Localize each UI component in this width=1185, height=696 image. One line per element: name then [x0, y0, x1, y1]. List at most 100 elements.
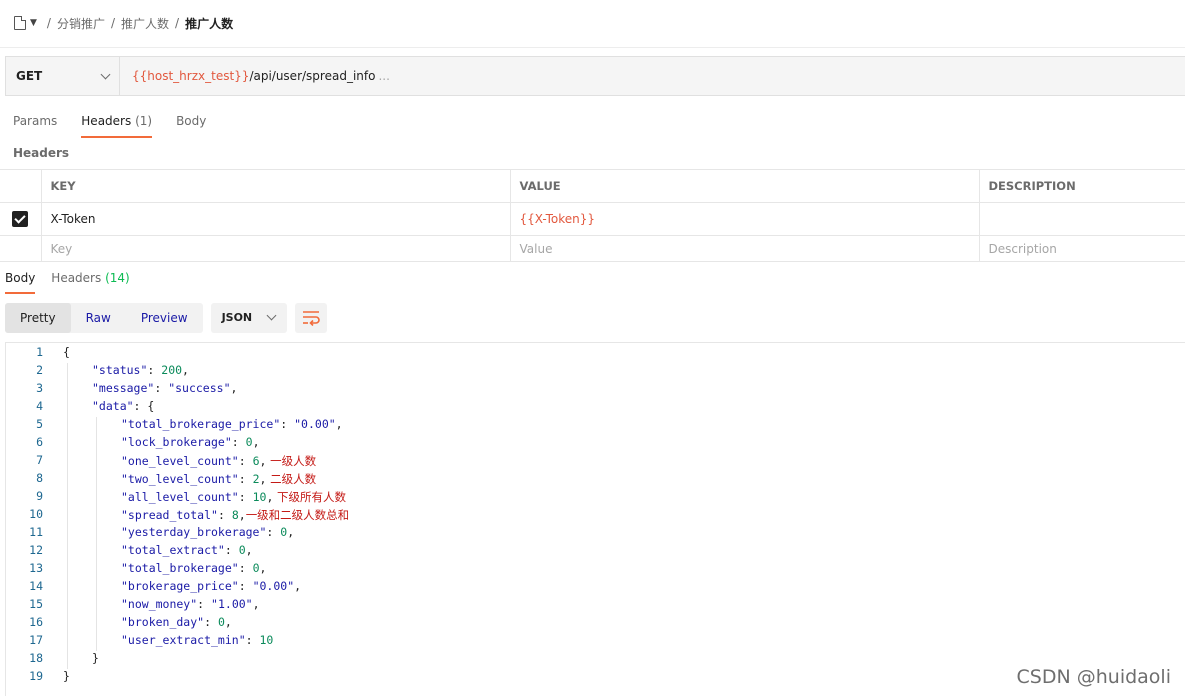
- code-line: "yesterday_brokerage": 0,: [121, 525, 295, 539]
- breadcrumb-current: 推广人数: [185, 16, 234, 31]
- breadcrumb-separator: /: [46, 16, 51, 30]
- code-line: {: [63, 345, 70, 359]
- breadcrumb-separator: /: [175, 16, 180, 30]
- view-mode-switch: Pretty Raw Preview: [5, 302, 203, 333]
- line-number: 15: [29, 597, 43, 611]
- code-line: "brokerage_price": "0.00",: [121, 579, 302, 593]
- watermark: CSDN @huidaoli: [1016, 666, 1171, 688]
- line-number: 13: [29, 561, 43, 575]
- line-number: 7: [36, 453, 43, 467]
- breadcrumb-item-distribution[interactable]: 分销推广: [57, 15, 105, 32]
- code-line: }: [92, 651, 99, 665]
- format-select[interactable]: JSON: [210, 302, 287, 333]
- code-line: "total_brokerage": 0,: [121, 561, 267, 575]
- url-variable: {{host_hrzx_test}}: [132, 69, 250, 83]
- breadcrumb-item-spread-count[interactable]: 推广人数: [121, 15, 169, 32]
- tab-response-body[interactable]: Body: [5, 269, 36, 294]
- method-label: GET: [16, 69, 43, 83]
- header-cell-check: [0, 169, 42, 203]
- wrap-lines-icon: [302, 310, 320, 326]
- code-line: "status": 200,: [92, 363, 189, 377]
- tab-body[interactable]: Body: [176, 110, 206, 136]
- code-line: "broken_day": 0,: [121, 615, 232, 629]
- format-label: JSON: [221, 311, 253, 324]
- header-value-variable: {{X-Token}}: [519, 212, 596, 226]
- code-line: "now_money": "1.00",: [121, 597, 260, 611]
- line-number: 11: [29, 525, 43, 539]
- line-number: 16: [29, 615, 43, 629]
- view-mode-raw[interactable]: Raw: [71, 303, 126, 333]
- code-annotation: 一级和二级人数总和: [245, 508, 350, 522]
- code-line: "data": {: [92, 399, 155, 413]
- code-annotation: 下级所有人数: [273, 490, 347, 504]
- line-number: 2: [36, 363, 43, 377]
- description-placeholder-input[interactable]: Description: [979, 235, 1185, 262]
- header-key-cell[interactable]: X-Token: [41, 202, 511, 236]
- wrap-lines-button[interactable]: [294, 302, 327, 333]
- document-icon[interactable]: [14, 16, 26, 30]
- line-number: 5: [36, 417, 43, 431]
- line-number: 10: [29, 507, 43, 521]
- tab-label: Headers: [81, 114, 132, 128]
- empty-cell: [0, 235, 42, 262]
- line-number: 9: [36, 489, 43, 503]
- checkbox-checked[interactable]: [12, 211, 29, 227]
- code-line: "all_level_count": 10, 下级所有人数: [121, 490, 347, 504]
- request-url-bar: GET {{host_hrzx_test}}/api/user/spread_i…: [5, 56, 1185, 96]
- breadcrumb: ▼ / 分销推广 / 推广人数 / 推广人数: [14, 12, 233, 34]
- code-line: "user_extract_min": 10: [121, 633, 274, 647]
- line-number: 8: [36, 471, 43, 485]
- line-number: 1: [36, 345, 43, 359]
- headers-table: KEY VALUE DESCRIPTION X-Token {{X-Token}…: [0, 169, 1185, 262]
- code-line: "lock_brokerage": 0,: [121, 435, 260, 449]
- indent-guide: [96, 417, 97, 651]
- url-input[interactable]: {{host_hrzx_test}}/api/user/spread_info.…: [120, 69, 390, 83]
- response-tabs: Body Headers (14): [5, 269, 146, 294]
- chevron-down-icon: [266, 310, 277, 321]
- code-line: "two_level_count": 2, 二级人数: [121, 472, 317, 486]
- response-toolbar: Pretty Raw Preview JSON: [5, 302, 327, 333]
- value-placeholder-input[interactable]: Value: [510, 235, 980, 262]
- column-header-description: DESCRIPTION: [979, 169, 1185, 203]
- key-placeholder-input[interactable]: Key: [41, 235, 511, 262]
- line-number: 18: [29, 651, 43, 665]
- url-path: /api/user/spread_info: [249, 69, 376, 83]
- code-annotation: 二级人数: [266, 472, 317, 486]
- headers-section-title: Headers: [13, 146, 70, 160]
- line-number: 14: [29, 579, 43, 593]
- code-line: "message": "success",: [92, 381, 238, 395]
- code-line: "total_brokerage_price": "0.00",: [121, 417, 343, 431]
- tab-count: (1): [135, 114, 153, 128]
- response-body-editor[interactable]: 1 {2 "status": 200, 3 "message": "success", 4…: [5, 342, 1185, 696]
- code-line: }: [63, 669, 70, 683]
- tab-response-headers[interactable]: Headers (14): [51, 269, 129, 292]
- request-tabs: Params Headers (1) Body: [13, 110, 230, 138]
- view-mode-preview[interactable]: Preview: [126, 303, 203, 333]
- code-annotation: 一级人数: [266, 454, 317, 468]
- tab-params[interactable]: Params: [13, 110, 57, 136]
- code-line: "total_extract": 0,: [121, 543, 253, 557]
- line-number: 12: [29, 543, 43, 557]
- column-header-key: KEY: [41, 169, 511, 203]
- tab-label: Params: [13, 114, 58, 128]
- chevron-down-icon: [100, 69, 111, 79]
- line-number: 6: [36, 435, 43, 449]
- column-header-value: VALUE: [510, 169, 980, 203]
- line-number: 19: [29, 669, 43, 683]
- tab-headers[interactable]: Headers (1): [81, 110, 153, 138]
- row-checkbox-cell: [0, 202, 42, 236]
- code-line: "spread_total": 8,一级和二级人数总和: [121, 508, 350, 522]
- line-number: 3: [36, 381, 43, 395]
- view-mode-pretty[interactable]: Pretty: [5, 302, 71, 333]
- tab-label: Body: [5, 271, 36, 285]
- line-number: 17: [29, 633, 43, 647]
- header-value-cell[interactable]: {{X-Token}}: [510, 202, 980, 236]
- url-ellipsis: ...: [378, 69, 390, 83]
- table-row: X-Token {{X-Token}}: [0, 202, 1185, 236]
- divider: [0, 47, 1185, 48]
- header-description-cell[interactable]: [979, 202, 1185, 236]
- caret-down-icon[interactable]: ▼: [30, 18, 37, 28]
- method-select[interactable]: GET: [6, 57, 120, 95]
- table-row-placeholder: Key Value Description: [0, 235, 1185, 262]
- indent-guide: [67, 363, 68, 669]
